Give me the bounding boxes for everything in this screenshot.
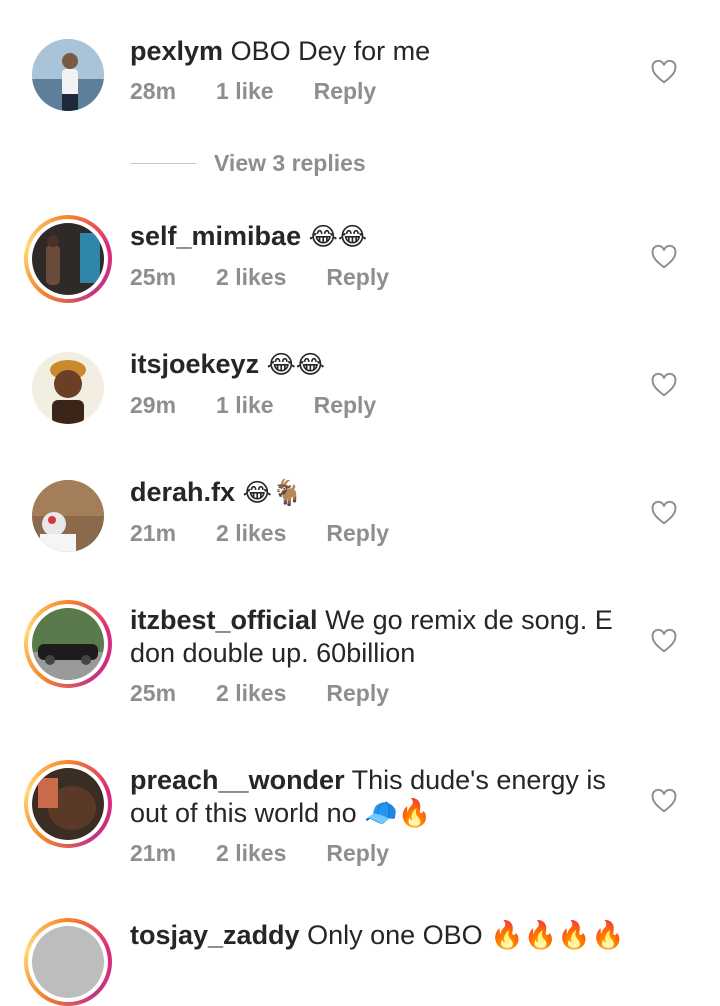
comment-username[interactable]: self_mimibae [130, 221, 301, 251]
comment-username[interactable]: itsjoekeyz [130, 349, 259, 379]
reply-button[interactable]: Reply [326, 680, 389, 707]
avatar[interactable] [24, 600, 112, 688]
comment-body: OBO Dey for me [230, 36, 431, 66]
comment-text: itsjoekeyz 😂😂 [130, 348, 630, 382]
comment-body: 😂😂 [266, 351, 326, 379]
avatar[interactable] [32, 480, 104, 552]
comment-text: pexlym OBO Dey for me [130, 35, 630, 68]
heart-outline-icon[interactable] [651, 788, 677, 813]
comment-text: self_mimibae 😂😂 [130, 220, 630, 254]
comment-meta: 25m 2 likes Reply [130, 680, 630, 707]
comment-likes[interactable]: 2 likes [216, 520, 286, 547]
comment-username[interactable]: pexlym [130, 36, 223, 66]
avatar[interactable] [32, 352, 104, 424]
comment-body: 😂😂 [308, 223, 368, 251]
reply-button[interactable]: Reply [314, 392, 377, 419]
comment-username[interactable]: itzbest_official [130, 605, 318, 635]
comment-text: tosjay_zaddy Only one OBO 🔥🔥🔥🔥 [130, 919, 630, 952]
reply-button[interactable]: Reply [326, 840, 389, 867]
reply-button[interactable]: Reply [314, 78, 377, 105]
comment-meta: 25m 2 likes Reply [130, 264, 630, 291]
view-replies-label[interactable]: View 3 replies [214, 150, 366, 177]
heart-outline-icon[interactable] [651, 500, 677, 525]
comment-time: 21m [130, 520, 177, 546]
avatar[interactable] [24, 918, 112, 1006]
comment-text: derah.fx 😂🐐 [130, 476, 630, 510]
avatar[interactable] [24, 215, 112, 303]
comment-likes[interactable]: 2 likes [216, 680, 286, 707]
comment-username[interactable]: tosjay_zaddy [130, 920, 300, 950]
heart-outline-icon[interactable] [651, 244, 677, 269]
comment-text: preach__wonder This dude's energy is out… [130, 764, 630, 830]
comment-meta: 21m 2 likes Reply [130, 840, 630, 867]
comment-body: Only one OBO 🔥🔥🔥🔥 [307, 920, 625, 950]
heart-outline-icon[interactable] [651, 59, 677, 84]
comment-meta: 29m 1 like Reply [130, 392, 630, 419]
view-replies-button[interactable]: View 3 replies [130, 150, 366, 177]
comment-time: 25m [130, 264, 177, 290]
comment-time: 29m [130, 392, 177, 418]
comment-time: 28m [130, 78, 177, 104]
comment-likes[interactable]: 2 likes [216, 840, 286, 867]
heart-outline-icon[interactable] [651, 628, 677, 653]
avatar[interactable] [24, 760, 112, 848]
reply-button[interactable]: Reply [326, 520, 389, 547]
comment-body: 😂🐐 [242, 479, 303, 507]
comment-meta: 28m 1 like Reply [130, 78, 630, 105]
comment-username[interactable]: derah.fx [130, 477, 235, 507]
comment-username[interactable]: preach__wonder [130, 765, 345, 795]
avatar[interactable] [32, 39, 104, 111]
comment-meta: 21m 2 likes Reply [130, 520, 630, 547]
comment-likes[interactable]: 2 likes [216, 264, 286, 291]
comment-likes[interactable]: 1 like [216, 78, 274, 105]
comment-likes[interactable]: 1 like [216, 392, 274, 419]
comment-text: itzbest_official We go remix de song. E … [130, 604, 630, 670]
reply-button[interactable]: Reply [326, 264, 389, 291]
heart-outline-icon[interactable] [651, 372, 677, 397]
comment-time: 21m [130, 840, 177, 866]
comment-time: 25m [130, 680, 177, 706]
replies-divider [130, 162, 196, 165]
